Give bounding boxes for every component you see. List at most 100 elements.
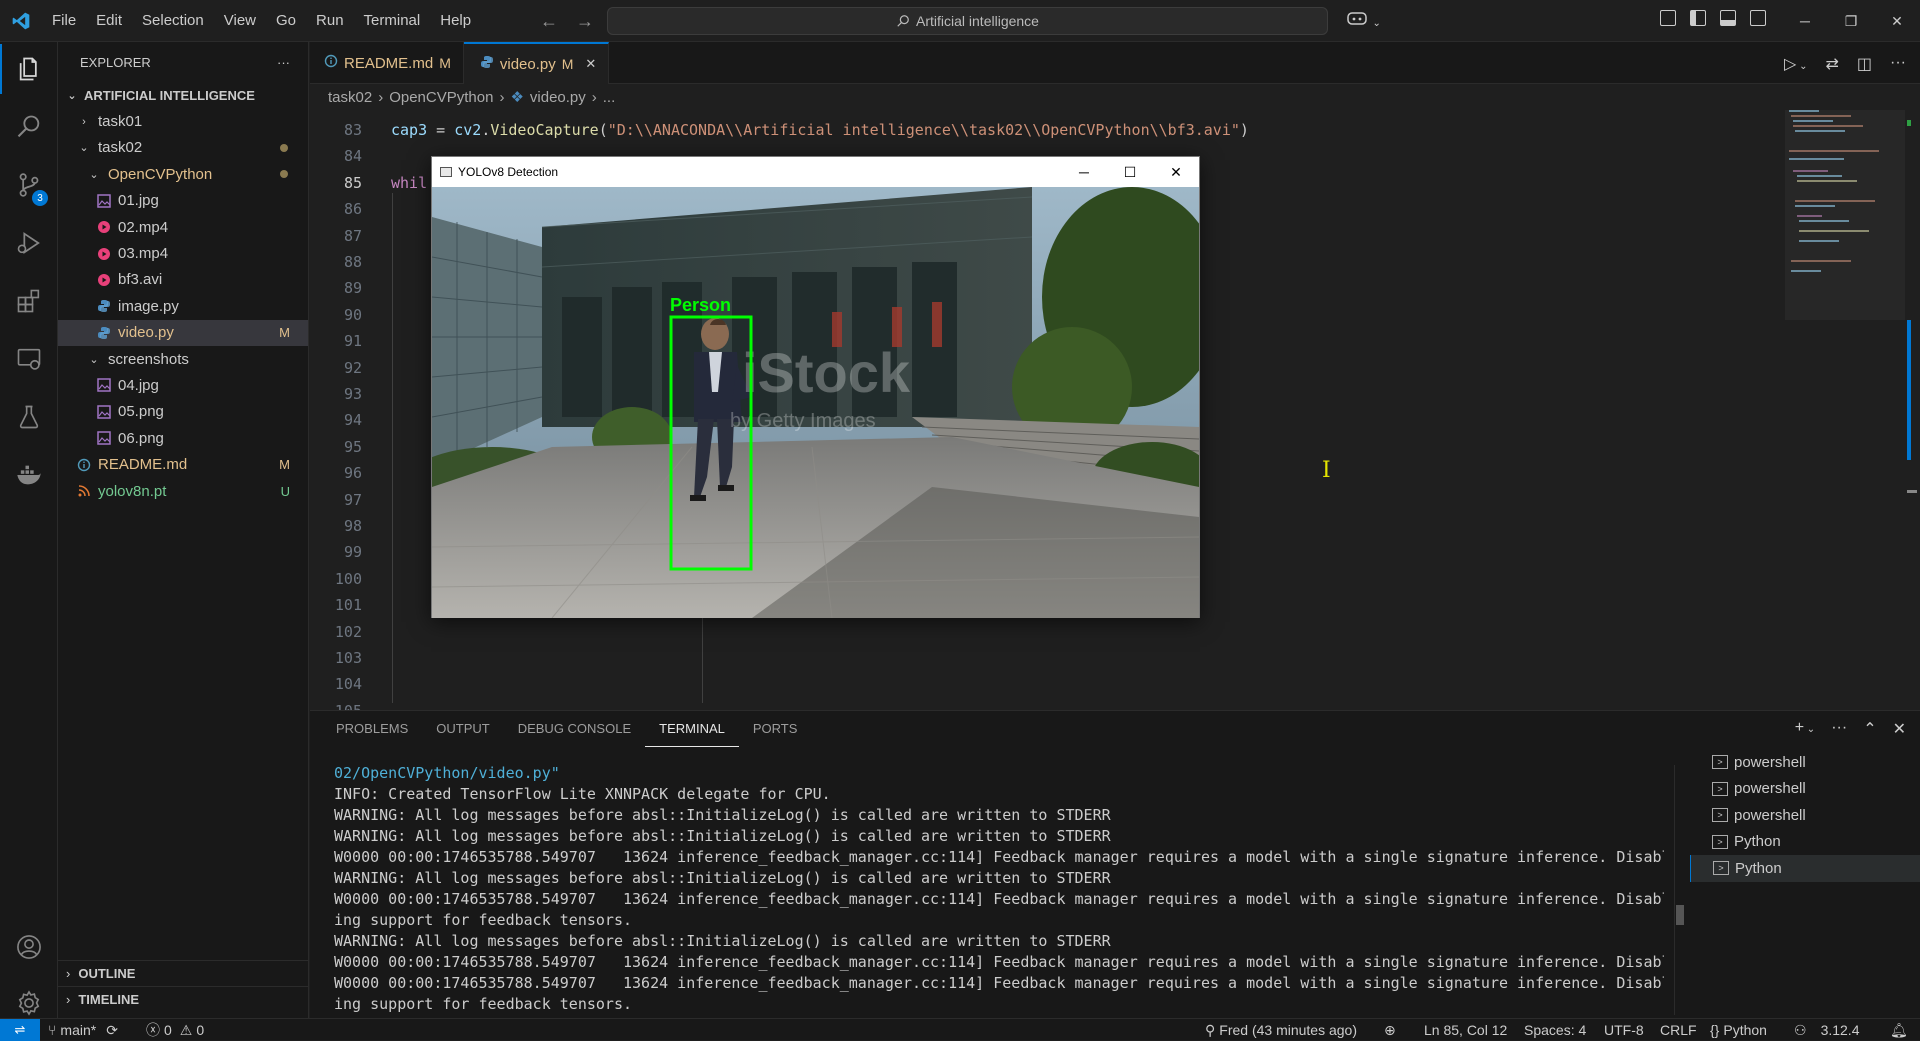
tree-file-06-png[interactable]: 06.png [58,425,308,451]
menu-file[interactable]: File [42,0,86,42]
remote-indicator-icon[interactable]: ⇌ [0,1019,40,1041]
more-actions-icon[interactable]: ··· [1890,54,1906,74]
minimize-icon[interactable]: ─ [1782,0,1828,42]
menu-go[interactable]: Go [266,0,306,42]
code-line[interactable]: 103 [310,648,1780,669]
docker-icon[interactable] [0,450,58,500]
tab-output[interactable]: OUTPUT [422,711,503,747]
code-line[interactable]: 104 [310,674,1780,695]
close-tab-icon[interactable]: ✕ [585,56,596,72]
zoom-icon[interactable]: ⊕ [1384,1019,1396,1041]
minimize-icon[interactable]: ─ [1061,157,1107,187]
tree-folder-opencvpython[interactable]: ⌄ OpenCVPython [58,161,308,187]
minimap[interactable] [1785,110,1905,710]
cursor-position[interactable]: Ln 85, Col 12 [1424,1019,1507,1041]
terminal-item[interactable]: > Python [1690,855,1920,882]
more-actions-icon[interactable]: ··· [277,55,290,70]
notifications-bell-icon[interactable]: 🔔︎ [1890,1019,1908,1041]
remote-explorer-icon[interactable] [0,334,58,384]
workspace-root[interactable]: ⌄ ARTIFICIAL INTELLIGENCE [58,82,308,108]
toggle-secondary-sidebar-icon[interactable] [1750,10,1766,26]
copilot-icon[interactable]: ⌄ [1346,10,1381,31]
terminal-item[interactable]: > Python [1690,829,1920,856]
tree-folder-task02[interactable]: ⌄ task02 [58,135,308,161]
toggle-sidebar-icon[interactable] [1690,10,1706,26]
tree-file-03-mp4[interactable]: 03.mp4 [58,240,308,266]
breadcrumb-item[interactable]: video.py [530,89,586,106]
close-icon[interactable]: ✕ [1874,0,1920,42]
menu-run[interactable]: Run [306,0,354,42]
timeline-section[interactable]: › TIMELINE [58,986,309,1012]
menu-selection[interactable]: Selection [132,0,214,42]
tree-file-video-py[interactable]: video.py M [58,319,308,346]
code-line[interactable]: 83 cap3 = cv2.VideoCapture("D:\\ANACONDA\… [310,120,1780,141]
split-editor-icon[interactable]: ◫ [1857,54,1872,74]
tree-file-02-mp4[interactable]: 02.mp4 [58,214,308,240]
menu-view[interactable]: View [214,0,266,42]
tab-problems[interactable]: PROBLEMS [322,711,422,747]
back-arrow-icon[interactable]: ← [540,11,558,32]
tab-video-py[interactable]: video.py M ✕ [463,42,610,84]
tree-folder-screenshots[interactable]: ⌄ screenshots [58,346,308,372]
close-panel-icon[interactable]: ✕ [1893,719,1906,739]
forward-arrow-icon[interactable]: → [576,11,594,32]
accounts-icon[interactable] [0,922,58,972]
encoding[interactable]: UTF-8 [1604,1019,1644,1041]
tab-label: README.md [344,54,434,72]
chevron-right-icon: › [82,115,86,128]
customize-layout-icon[interactable] [1660,10,1676,26]
terminal-output[interactable]: 02/OpenCVPython/video.py" INFO: Created T… [334,763,1664,1013]
terminal-line: WARNING: All log messages before absl::I… [334,869,1111,887]
run-debug-icon[interactable] [0,218,58,268]
editor-scrollbar[interactable] [1905,110,1920,710]
menu-terminal[interactable]: Terminal [354,0,431,42]
tree-file-readme-md[interactable]: README.md M [58,451,308,477]
code-line[interactable]: 102 [310,622,1780,643]
tree-file-bf3-avi[interactable]: bf3.avi [58,267,308,293]
git-branch[interactable]: ⑂ main* ⟳ [48,1019,118,1041]
terminal-scrollbar[interactable] [1674,765,1684,1015]
yolo-detection-window[interactable]: YOLOv8 Detection ─ ☐ ✕ iStock by Getty I… [431,156,1200,618]
python-interpreter[interactable]: ⚇ 3.12.4 [1794,1019,1860,1041]
more-actions-icon[interactable]: ··· [1831,719,1847,739]
new-terminal-icon[interactable]: + ⌄ [1795,719,1816,739]
breadcrumb-item[interactable]: task02 [328,89,372,106]
outline-section[interactable]: › OUTLINE [58,960,309,986]
run-play-icon[interactable]: ▷ ⌄ [1784,54,1807,74]
tree-file-05-png[interactable]: 05.png [58,399,308,425]
tab-terminal[interactable]: TERMINAL [645,711,739,747]
menu-help[interactable]: Help [430,0,481,42]
explorer-icon[interactable] [0,44,58,94]
tree-file-yolov8n-pt[interactable]: yolov8n.pt U [58,478,308,504]
terminal-item[interactable]: > powershell [1690,749,1920,776]
tab-debug-console[interactable]: DEBUG CONSOLE [504,711,645,747]
problems-indicator[interactable]: ⓧ 0 ⚠ 0 [146,1019,204,1041]
terminal-item[interactable]: > powershell [1690,776,1920,803]
tree-folder-task01[interactable]: › task01 [58,108,308,134]
tab-readme[interactable]: README.md M [310,42,464,84]
tree-file-image-py[interactable]: image.py [58,293,308,319]
breadcrumb-item[interactable]: ... [603,89,616,106]
language-mode[interactable]: {} Python [1710,1019,1767,1041]
restore-icon[interactable]: ❐ [1828,0,1874,42]
search-view-icon[interactable] [0,102,58,152]
breadcrumb-item[interactable]: OpenCVPython [389,89,493,106]
close-icon[interactable]: ✕ [1153,157,1199,187]
compare-changes-icon[interactable]: ⇄ [1825,54,1838,74]
source-control-icon[interactable]: 3 [0,160,58,210]
terminal-item[interactable]: > powershell [1690,802,1920,829]
indentation[interactable]: Spaces: 4 [1524,1019,1586,1041]
testing-icon[interactable] [0,392,58,442]
tree-file-01-jpg[interactable]: 01.jpg [58,188,308,214]
extensions-icon[interactable] [0,276,58,326]
maximize-panel-icon[interactable]: ⌃ [1863,719,1876,739]
tab-ports[interactable]: PORTS [739,711,812,747]
maximize-icon[interactable]: ☐ [1107,157,1153,187]
menu-edit[interactable]: Edit [86,0,132,42]
command-center-search[interactable]: Artificial intelligence [607,7,1328,35]
yolo-window-titlebar[interactable]: YOLOv8 Detection ─ ☐ ✕ [432,157,1199,187]
git-blame[interactable]: ⚲ Fred (43 minutes ago) [1205,1019,1357,1041]
line-ending[interactable]: CRLF [1660,1019,1697,1041]
tree-file-04-jpg[interactable]: 04.jpg [58,372,308,398]
toggle-panel-icon[interactable] [1720,10,1736,26]
